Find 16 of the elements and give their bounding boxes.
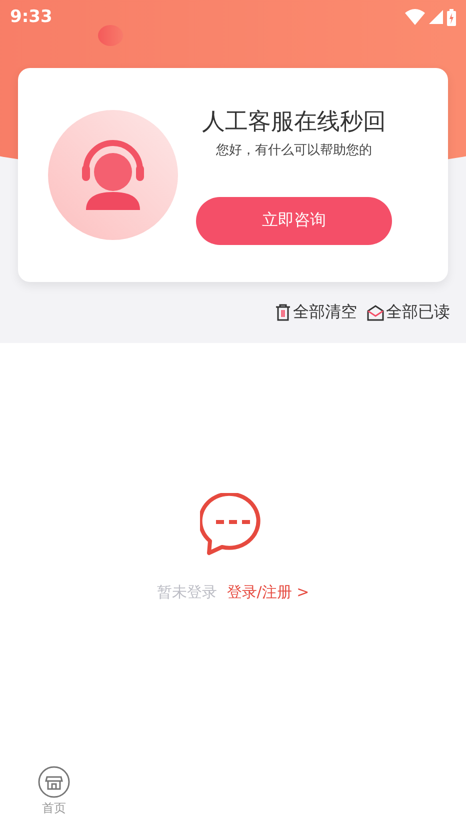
envelope-icon bbox=[367, 304, 384, 320]
consult-button[interactable]: 立即咨询 bbox=[196, 196, 392, 244]
store-icon bbox=[38, 766, 70, 798]
mark-all-read-button[interactable]: 全部已读 bbox=[367, 302, 450, 323]
status-time: 9:33 bbox=[10, 7, 52, 27]
signal-icon bbox=[429, 10, 443, 24]
nav-tab[interactable]: 首页 bbox=[38, 766, 70, 828]
clear-all-button[interactable]: 全部清空 bbox=[275, 302, 357, 323]
battery-icon bbox=[447, 8, 456, 26]
wifi-icon bbox=[405, 9, 425, 25]
not-logged-in-text: 暂未登录 bbox=[156, 583, 217, 602]
card-subtitle: 您好，有什么可以帮助您的 bbox=[216, 142, 372, 158]
login-register-link[interactable]: 登录/注册 > bbox=[226, 583, 310, 602]
agent-avatar-icon bbox=[48, 110, 178, 240]
trash-icon bbox=[275, 304, 291, 321]
card-title: 人工客服在线秒回 bbox=[202, 108, 386, 136]
